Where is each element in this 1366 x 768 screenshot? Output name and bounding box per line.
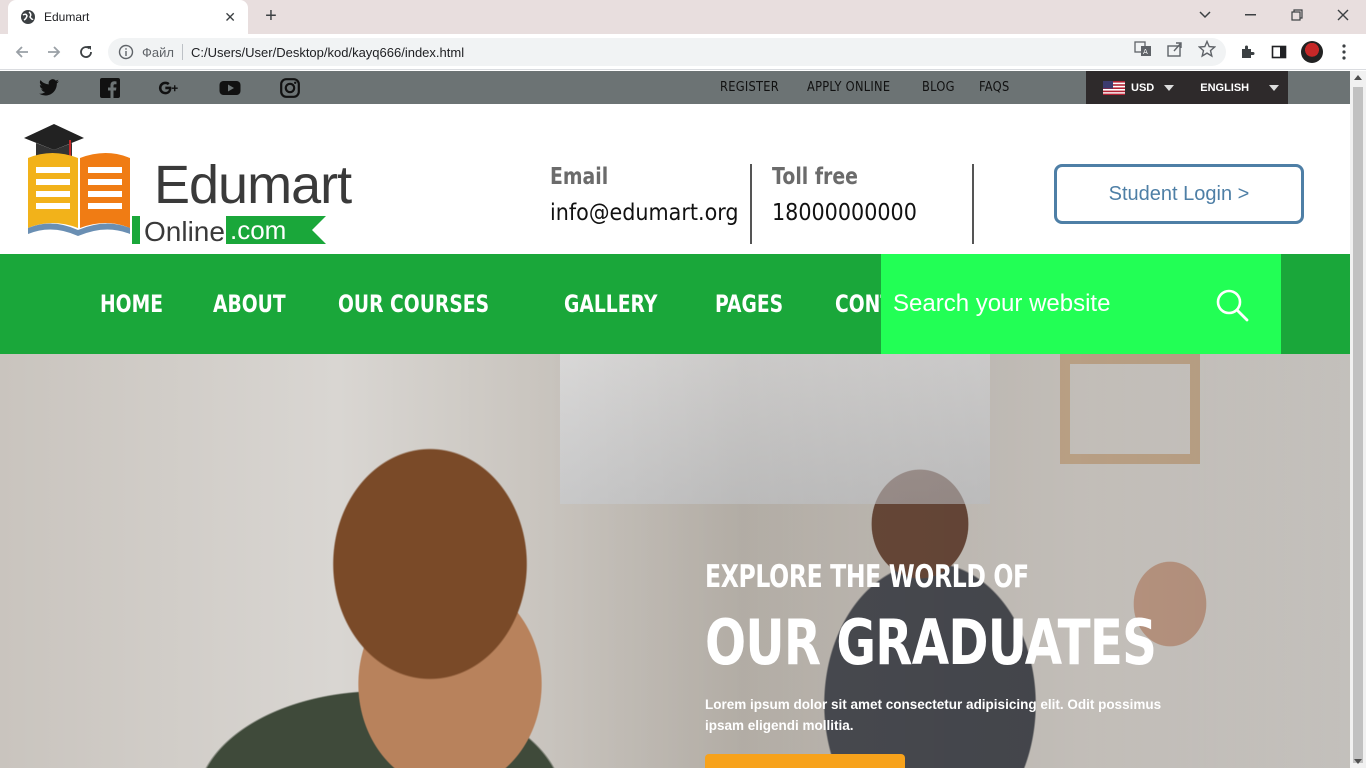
new-tab-button[interactable]: + (260, 6, 282, 28)
globe-icon (21, 10, 35, 24)
file-scheme-label: Файл (142, 44, 174, 60)
profile-avatar[interactable] (1301, 41, 1323, 63)
site-header: Edumart Online .com Email info@edumart.o… (0, 104, 1350, 254)
twitter-icon[interactable] (38, 78, 60, 98)
language-select[interactable]: ENGLISH (1200, 81, 1280, 94)
scrollbar-thumb[interactable] (1353, 87, 1363, 763)
blog-link[interactable]: BLOG (922, 80, 955, 95)
book-cap-logo-icon (24, 124, 130, 236)
close-tab-icon[interactable]: ✕ (224, 9, 236, 26)
page-scrollbar[interactable] (1350, 71, 1366, 768)
extensions-icon[interactable] (1237, 42, 1257, 62)
tab-search-icon[interactable] (1182, 0, 1228, 30)
browser-tab-strip: Edumart ✕ + (0, 0, 1366, 34)
google-plus-icon[interactable] (158, 78, 180, 98)
omnibox-separator (181, 44, 183, 60)
student-login-button[interactable]: Student Login > (1054, 164, 1304, 224)
tab-title: Edumart (44, 10, 90, 24)
translate-icon[interactable]: A (1134, 40, 1152, 58)
scroll-down-icon[interactable] (1354, 759, 1362, 764)
register-link[interactable]: REGISTER (720, 80, 779, 95)
language-dropdown-icon (1269, 84, 1280, 91)
main-nav: HOME ABOUT OUR COURSES GALLERY PAGES CON… (0, 254, 1350, 354)
logo-wordmark: Edumart (154, 155, 352, 215)
search-icon[interactable] (1215, 288, 1249, 322)
email-label: Email (550, 164, 609, 190)
restore-icon[interactable] (1274, 0, 1320, 30)
browser-tab[interactable]: Edumart ✕ (8, 0, 248, 34)
phone-block: Toll free 18000000000 (772, 164, 933, 226)
address-bar[interactable]: Файл C:/Users/User/Desktop/kod/kayq666/i… (108, 38, 1226, 66)
nav-home[interactable]: HOME (100, 290, 163, 318)
share-icon[interactable] (1166, 40, 1184, 58)
minimize-icon[interactable] (1228, 0, 1274, 30)
nav-our-courses[interactable]: OUR COURSES (338, 290, 489, 318)
hero-banner: EXPLORE THE WORLD OF OUR GRADUATES Lorem… (0, 354, 1350, 768)
currency-select[interactable]: USD (1103, 80, 1175, 95)
search-input[interactable] (893, 284, 1193, 324)
logo-accent-bar (132, 216, 140, 244)
url-text[interactable]: C:/Users/User/Desktop/kod/kayq666/index.… (191, 45, 1226, 60)
scroll-up-icon[interactable] (1354, 75, 1362, 80)
back-icon[interactable] (10, 40, 34, 64)
facebook-icon[interactable] (99, 78, 121, 98)
reload-icon[interactable] (74, 40, 98, 64)
phone-label: Toll free (772, 164, 858, 190)
nav-gallery[interactable]: GALLERY (564, 290, 657, 318)
phone-value[interactable]: 18000000000 (772, 200, 917, 226)
top-bar: REGISTER APPLY ONLINE BLOG FAQS USD ENGL… (0, 71, 1350, 104)
apply-online-link[interactable]: APPLY ONLINE (807, 80, 890, 95)
web-page: REGISTER APPLY ONLINE BLOG FAQS USD ENGL… (0, 71, 1350, 768)
logo-online: Online (144, 216, 225, 247)
faqs-link[interactable]: FAQS (979, 80, 1009, 95)
locale-selectors: USD ENGLISH (1086, 71, 1288, 104)
nav-pages[interactable]: PAGES (715, 290, 783, 318)
email-value[interactable]: info@edumart.org (550, 200, 739, 226)
hero-cta-button[interactable] (705, 754, 905, 768)
site-search (881, 254, 1281, 354)
forward-icon[interactable] (42, 40, 66, 64)
youtube-icon[interactable] (219, 78, 241, 98)
svg-text:A: A (1143, 48, 1148, 56)
edumart-logo[interactable]: Edumart Online .com (22, 118, 352, 246)
hero-subtitle: EXPLORE THE WORLD OF (705, 559, 1029, 595)
hero-title: OUR GRADUATES (705, 606, 1157, 679)
browser-toolbar: Файл C:/Users/User/Desktop/kod/kayq666/i… (0, 34, 1366, 70)
top-links: REGISTER APPLY ONLINE BLOG FAQS (720, 71, 1014, 104)
browser-menu-icon[interactable] (1334, 42, 1354, 62)
us-flag-icon (1103, 80, 1125, 95)
logo-dotcom: .com (226, 216, 326, 244)
hero-description: Lorem ipsum dolor sit amet consectetur a… (705, 697, 1162, 733)
close-window-icon[interactable] (1320, 0, 1366, 30)
side-panel-icon[interactable] (1269, 42, 1289, 62)
instagram-icon[interactable] (279, 78, 301, 98)
currency-dropdown-icon (1164, 84, 1175, 91)
currency-value: USD (1131, 81, 1155, 94)
email-block: Email info@edumart.org (550, 164, 759, 226)
nav-about[interactable]: ABOUT (213, 290, 286, 318)
header-divider (750, 164, 752, 244)
header-divider (972, 164, 974, 244)
language-value: ENGLISH (1200, 81, 1250, 94)
bookmark-star-icon[interactable] (1198, 40, 1216, 58)
info-icon[interactable] (118, 44, 134, 60)
